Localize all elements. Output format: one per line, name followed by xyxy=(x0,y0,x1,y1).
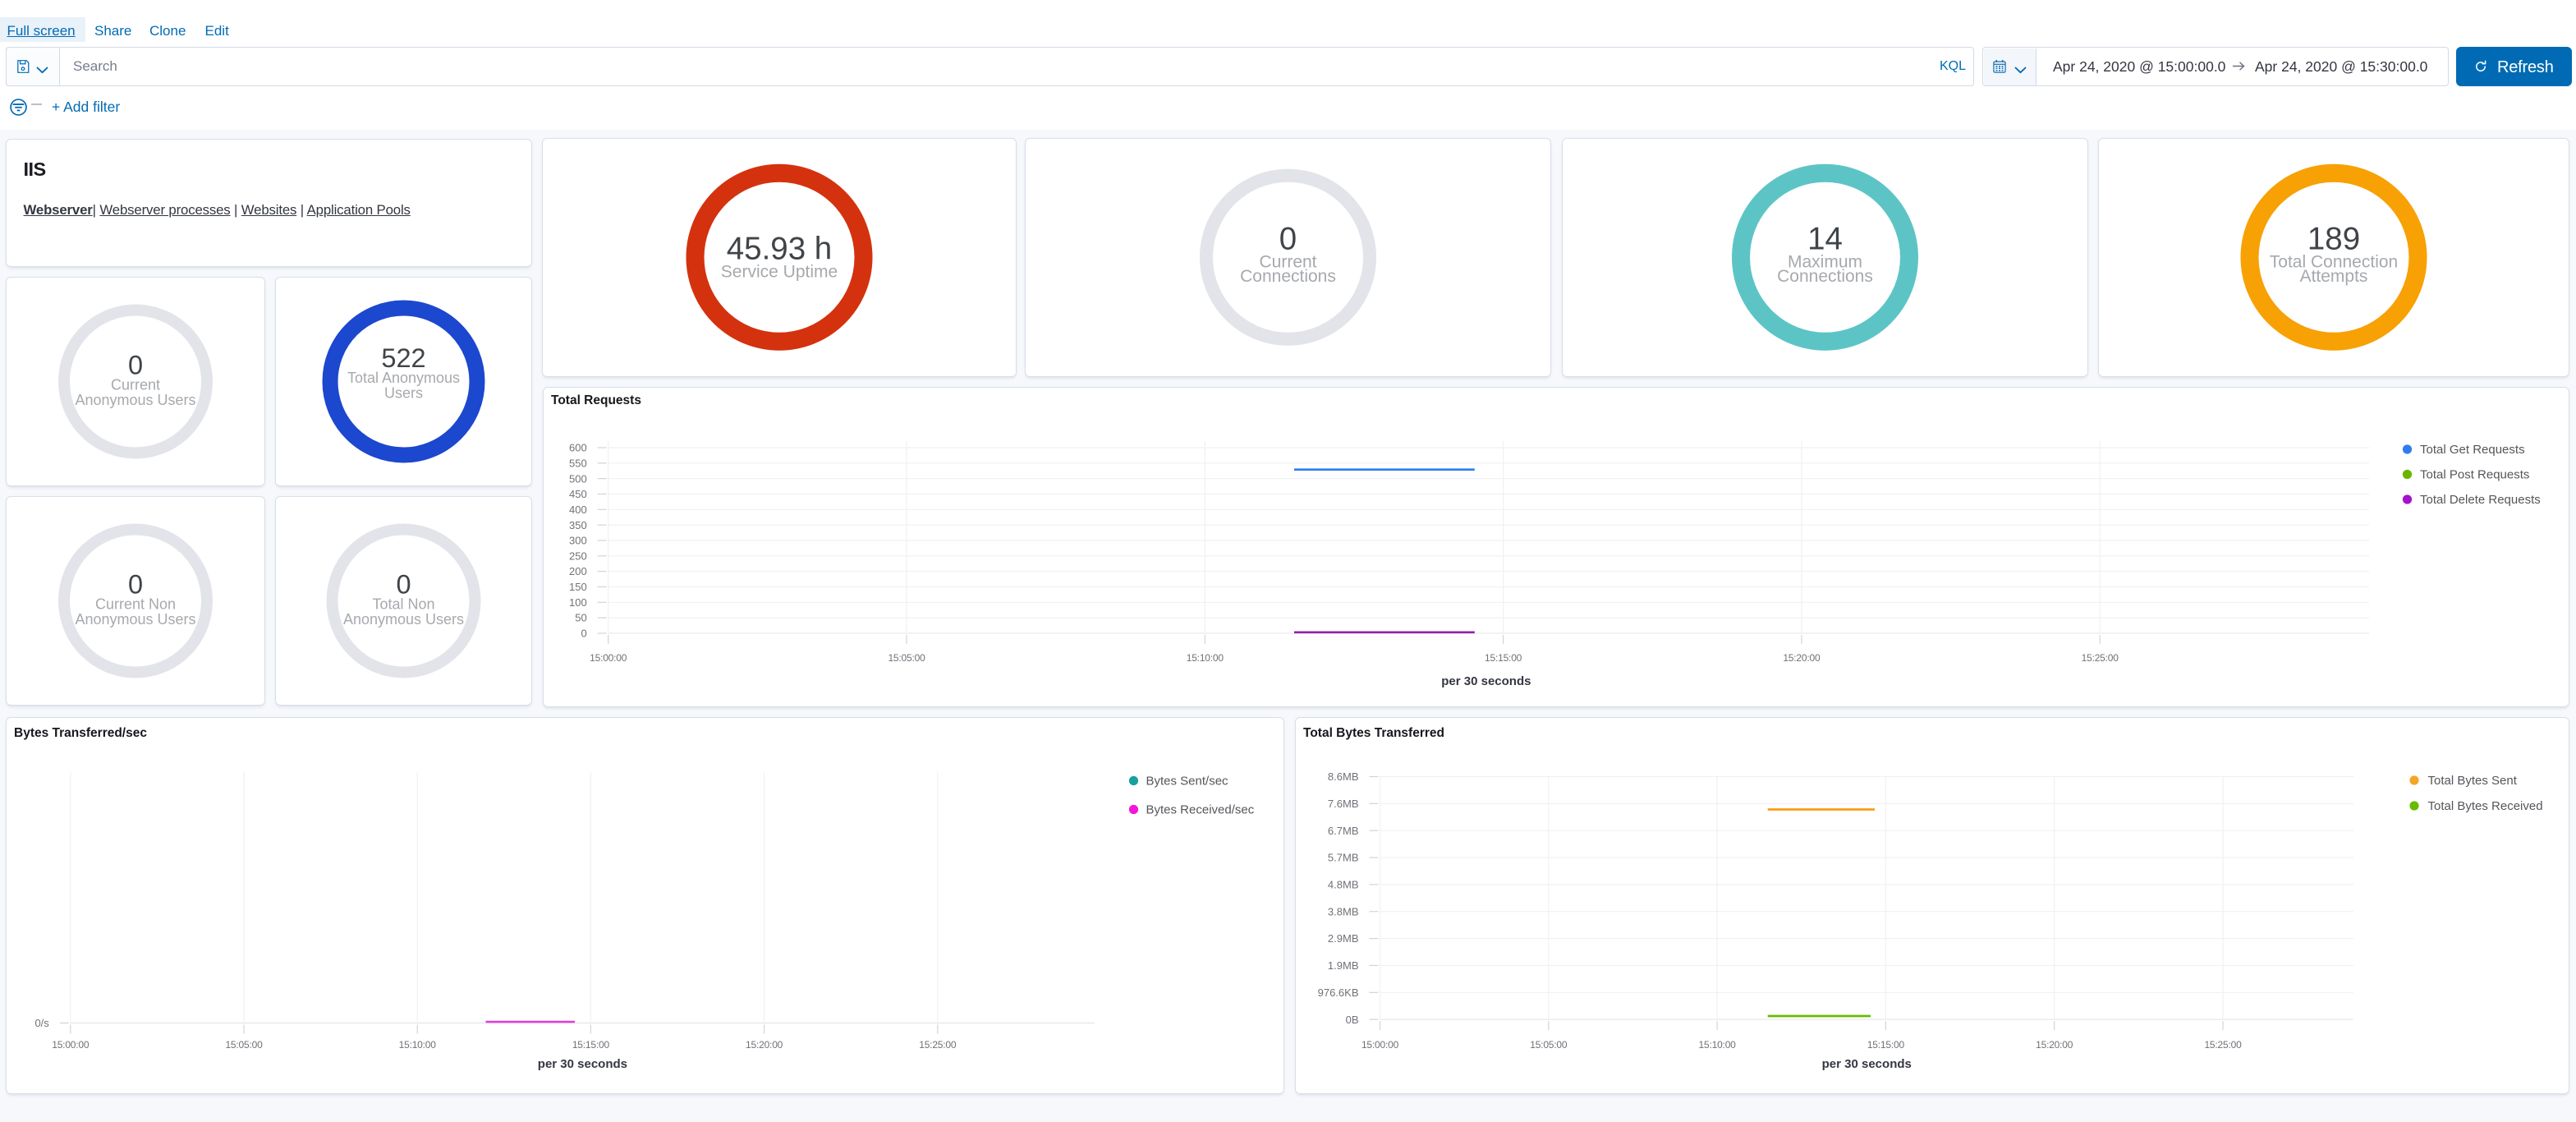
svg-text:15:00:00: 15:00:00 xyxy=(1361,1039,1399,1051)
svg-text:200: 200 xyxy=(569,565,587,577)
svg-text:189: 189 xyxy=(2307,221,2360,256)
svg-text:600: 600 xyxy=(569,442,587,454)
svg-text:500: 500 xyxy=(569,472,587,485)
svg-text:Total Bytes Received: Total Bytes Received xyxy=(2428,799,2543,813)
svg-text:Current: Current xyxy=(111,376,160,393)
svg-text:14: 14 xyxy=(1807,221,1843,256)
svg-text:300: 300 xyxy=(569,535,587,547)
svg-text:6.7MB: 6.7MB xyxy=(1328,825,1359,837)
svg-text:400: 400 xyxy=(569,504,587,516)
svg-text:Connections: Connections xyxy=(1240,267,1336,286)
svg-text:15:15:00: 15:15:00 xyxy=(1867,1039,1905,1051)
svg-text:15:20:00: 15:20:00 xyxy=(746,1039,783,1051)
svg-text:per 30 seconds: per 30 seconds xyxy=(1822,1057,1912,1071)
svg-text:976.6KB: 976.6KB xyxy=(1318,986,1359,999)
svg-text:100: 100 xyxy=(569,596,587,609)
svg-text:Users: Users xyxy=(384,384,423,401)
svg-text:0: 0 xyxy=(128,570,143,600)
svg-text:0B: 0B xyxy=(1346,1014,1359,1026)
svg-text:Attempts: Attempts xyxy=(2300,267,2368,286)
svg-text:5.7MB: 5.7MB xyxy=(1328,852,1359,864)
svg-text:15:10:00: 15:10:00 xyxy=(1699,1039,1737,1051)
svg-text:0/s: 0/s xyxy=(34,1017,49,1029)
svg-text:Total Requests: Total Requests xyxy=(551,393,641,407)
svg-text:Current Non: Current Non xyxy=(95,595,176,612)
svg-text:15:15:00: 15:15:00 xyxy=(572,1039,610,1051)
svg-text:50: 50 xyxy=(575,612,586,624)
svg-text:15:15:00: 15:15:00 xyxy=(1485,652,1522,664)
svg-text:Total Anonymous: Total Anonymous xyxy=(347,370,460,386)
svg-text:per 30 seconds: per 30 seconds xyxy=(538,1057,627,1071)
svg-text:Total Get Requests: Total Get Requests xyxy=(2420,443,2525,457)
svg-text:7.6MB: 7.6MB xyxy=(1328,798,1359,810)
svg-text:15:20:00: 15:20:00 xyxy=(2036,1039,2073,1051)
svg-text:Service Uptime: Service Uptime xyxy=(721,263,838,282)
svg-text:Bytes Sent/sec: Bytes Sent/sec xyxy=(1146,775,1229,789)
svg-text:45.93 h: 45.93 h xyxy=(727,232,832,267)
svg-text:15:10:00: 15:10:00 xyxy=(1187,652,1224,664)
svg-text:15:20:00: 15:20:00 xyxy=(1783,652,1821,664)
svg-text:550: 550 xyxy=(569,457,587,469)
svg-text:15:00:00: 15:00:00 xyxy=(590,652,627,664)
svg-text:8.6MB: 8.6MB xyxy=(1328,770,1359,783)
svg-text:15:25:00: 15:25:00 xyxy=(2204,1039,2242,1051)
svg-text:Total Bytes Sent: Total Bytes Sent xyxy=(2428,774,2518,788)
svg-text:2.9MB: 2.9MB xyxy=(1328,932,1359,945)
svg-text:Total Bytes Transferred: Total Bytes Transferred xyxy=(1303,726,1444,740)
svg-text:Total Delete Requests: Total Delete Requests xyxy=(2420,493,2541,507)
svg-text:Anonymous Users: Anonymous Users xyxy=(75,392,195,408)
svg-text:450: 450 xyxy=(569,488,587,500)
svg-text:0: 0 xyxy=(128,351,143,380)
svg-text:0: 0 xyxy=(396,570,411,600)
svg-text:350: 350 xyxy=(569,519,587,531)
svg-text:15:05:00: 15:05:00 xyxy=(225,1039,263,1051)
svg-text:15:00:00: 15:00:00 xyxy=(52,1039,90,1051)
svg-text:Bytes Received/sec: Bytes Received/sec xyxy=(1146,803,1255,817)
svg-text:Bytes Transferred/sec: Bytes Transferred/sec xyxy=(14,726,147,740)
svg-text:Anonymous Users: Anonymous Users xyxy=(75,611,195,628)
svg-text:Connections: Connections xyxy=(1777,267,1873,286)
svg-text:15:05:00: 15:05:00 xyxy=(1530,1039,1568,1051)
svg-text:Total Post Requests: Total Post Requests xyxy=(2420,468,2529,482)
svg-text:1.9MB: 1.9MB xyxy=(1328,959,1359,972)
svg-text:3.8MB: 3.8MB xyxy=(1328,905,1359,917)
svg-text:15:25:00: 15:25:00 xyxy=(2082,652,2119,664)
svg-text:15:05:00: 15:05:00 xyxy=(888,652,925,664)
svg-text:4.8MB: 4.8MB xyxy=(1328,879,1359,891)
svg-text:250: 250 xyxy=(569,550,587,562)
svg-text:150: 150 xyxy=(569,581,587,593)
svg-text:15:25:00: 15:25:00 xyxy=(919,1039,957,1051)
svg-text:per 30 seconds: per 30 seconds xyxy=(1441,674,1531,688)
svg-text:15:10:00: 15:10:00 xyxy=(399,1039,437,1051)
svg-text:Total Non: Total Non xyxy=(372,595,434,612)
svg-text:522: 522 xyxy=(381,343,425,373)
svg-text:0: 0 xyxy=(1279,221,1297,256)
svg-text:Anonymous Users: Anonymous Users xyxy=(343,611,464,628)
svg-text:0: 0 xyxy=(581,628,586,640)
